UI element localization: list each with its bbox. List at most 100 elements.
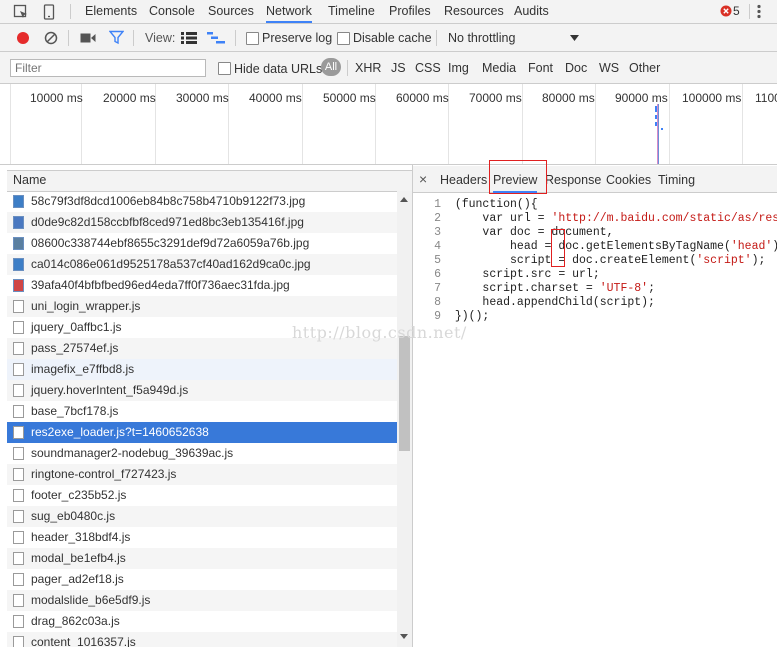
- request-name: pager_ad2ef18.js: [31, 572, 124, 586]
- more-menu-icon[interactable]: [757, 4, 761, 19]
- request-row[interactable]: jquery.hoverIntent_f5a949d.js: [7, 380, 397, 401]
- hide-data-urls-checkbox[interactable]: [218, 62, 231, 75]
- string-literal: 'script': [696, 254, 752, 267]
- request-row[interactable]: sug_eb0480c.js: [7, 506, 397, 527]
- filter-ws[interactable]: WS: [599, 61, 619, 75]
- filter-xhr[interactable]: XHR: [355, 61, 381, 75]
- request-row[interactable]: d0de9c82d158ccbfbf8ced971ed8bc3eb135416f…: [7, 212, 397, 233]
- error-icon[interactable]: [720, 5, 732, 17]
- filter-input[interactable]: [10, 59, 206, 77]
- request-name: jquery_0affbc1.js: [31, 320, 122, 334]
- scroll-up-icon[interactable]: [400, 197, 408, 202]
- tab-elements[interactable]: Elements: [85, 0, 137, 23]
- code-token: ;: [648, 282, 655, 295]
- filter-all-button[interactable]: All: [321, 58, 341, 76]
- tab-resources[interactable]: Resources: [444, 0, 504, 23]
- request-row[interactable]: ca014c086e061d9525178a537cf40ad162d9ca0c…: [7, 254, 397, 275]
- tab-audits[interactable]: Audits: [514, 0, 549, 23]
- preview-code[interactable]: 1 (function(){2 var url = 'http://m.baid…: [413, 193, 777, 647]
- record-icon[interactable]: [16, 31, 30, 45]
- timeline-overview[interactable]: 10000 ms 20000 ms 30000 ms 40000 ms 5000…: [0, 84, 777, 165]
- request-name: ca014c086e061d9525178a537cf40ad162d9ca0c…: [31, 257, 311, 271]
- inspect-element-icon[interactable]: [13, 4, 29, 20]
- column-name[interactable]: Name: [13, 173, 46, 187]
- chevron-down-icon[interactable]: [570, 35, 579, 41]
- request-row[interactable]: footer_c235b52.js: [7, 485, 397, 506]
- code-token: head = doc.getElementsByTagName(: [454, 240, 731, 253]
- disable-cache-checkbox[interactable]: [337, 32, 350, 45]
- filter-css[interactable]: CSS: [415, 61, 441, 75]
- file-icon: [13, 300, 24, 313]
- code-line: 2 var url = 'http://m.baidu.com/static/a…: [413, 212, 777, 226]
- request-row[interactable]: header_318bdf4.js: [7, 527, 397, 548]
- disable-cache-label[interactable]: Disable cache: [353, 30, 432, 46]
- request-name: footer_c235b52.js: [31, 488, 127, 502]
- filter-media[interactable]: Media: [482, 61, 516, 75]
- large-rows-icon[interactable]: [181, 32, 197, 44]
- scroll-down-icon[interactable]: [400, 634, 408, 639]
- preserve-log-label[interactable]: Preserve log: [262, 30, 332, 46]
- request-row[interactable]: 08600c338744ebf8655c3291def9d72a6059a76b…: [7, 233, 397, 254]
- scroll-thumb[interactable]: [399, 336, 410, 451]
- tab-network[interactable]: Network: [266, 0, 312, 23]
- image-icon: [13, 216, 24, 229]
- divider: [235, 30, 236, 46]
- waterfall-overview-icon[interactable]: [207, 32, 225, 44]
- filter-font[interactable]: Font: [528, 61, 553, 75]
- filter-img[interactable]: Img: [448, 61, 469, 75]
- tick-label: 70000 ms: [469, 91, 522, 105]
- request-row[interactable]: res2exe_loader.js?t=1460652638: [7, 422, 397, 443]
- request-row[interactable]: 58c79f3df8dcd1006eb84b8c758b4710b9122f73…: [7, 191, 397, 212]
- gridline: [302, 84, 303, 164]
- request-name: modal_be1efb4.js: [31, 551, 126, 565]
- throttling-select[interactable]: No throttling: [448, 30, 515, 46]
- string-literal: 'UTF-8': [599, 282, 649, 295]
- gridline: [10, 84, 11, 164]
- hide-data-urls-label[interactable]: Hide data URLs: [234, 61, 322, 77]
- requests-list[interactable]: 58c79f3df8dcd1006eb84b8c758b4710b9122f73…: [7, 191, 397, 647]
- tab-console[interactable]: Console: [149, 0, 195, 23]
- request-name: base_7bcf178.js: [31, 404, 119, 418]
- tab-profiles[interactable]: Profiles: [389, 0, 431, 23]
- tab-headers[interactable]: Headers: [440, 173, 487, 187]
- request-name: ringtone-control_f727423.js: [31, 467, 177, 481]
- file-icon: [13, 615, 24, 628]
- divider: [436, 30, 437, 46]
- request-row[interactable]: uni_login_wrapper.js: [7, 296, 397, 317]
- file-icon: [13, 384, 24, 397]
- request-row[interactable]: imagefix_e7ffbd8.js: [7, 359, 397, 380]
- tab-response[interactable]: Response: [545, 173, 601, 187]
- request-row[interactable]: pager_ad2ef18.js: [7, 569, 397, 590]
- request-row[interactable]: base_7bcf178.js: [7, 401, 397, 422]
- request-row[interactable]: content_1016357.js: [7, 632, 397, 647]
- device-mode-icon[interactable]: [43, 4, 55, 20]
- image-icon: [13, 258, 24, 271]
- request-row[interactable]: ringtone-control_f727423.js: [7, 464, 397, 485]
- preserve-log-checkbox[interactable]: [246, 32, 259, 45]
- close-icon[interactable]: ×: [419, 171, 427, 187]
- requests-scrollbar[interactable]: [397, 191, 412, 647]
- clear-icon[interactable]: [44, 31, 58, 45]
- tab-timing[interactable]: Timing: [658, 173, 695, 187]
- filter-icon[interactable]: [109, 30, 124, 45]
- request-name: 58c79f3df8dcd1006eb84b8c758b4710b9122f73…: [31, 194, 306, 208]
- request-row[interactable]: modalslide_b6e5df9.js: [7, 590, 397, 611]
- request-row[interactable]: modal_be1efb4.js: [7, 548, 397, 569]
- line-number: 6: [434, 268, 441, 281]
- request-row[interactable]: 39afa40f4bfbfbed96ed4eda7ff0f736aec31fda…: [7, 275, 397, 296]
- request-row[interactable]: soundmanager2-nodebug_39639ac.js: [7, 443, 397, 464]
- filter-other[interactable]: Other: [629, 61, 660, 75]
- requests-column-header[interactable]: Name: [7, 170, 412, 192]
- file-icon: [13, 468, 24, 481]
- filter-js[interactable]: JS: [391, 61, 406, 75]
- filter-doc[interactable]: Doc: [565, 61, 587, 75]
- annotation-highlight-box: [489, 160, 547, 194]
- tab-cookies[interactable]: Cookies: [606, 173, 651, 187]
- gridline: [669, 84, 670, 164]
- request-row[interactable]: drag_862c03a.js: [7, 611, 397, 632]
- tab-sources[interactable]: Sources: [208, 0, 254, 23]
- video-camera-icon[interactable]: [80, 32, 96, 44]
- error-count[interactable]: 5: [733, 4, 740, 18]
- file-icon: [13, 489, 24, 502]
- tab-timeline[interactable]: Timeline: [328, 0, 375, 23]
